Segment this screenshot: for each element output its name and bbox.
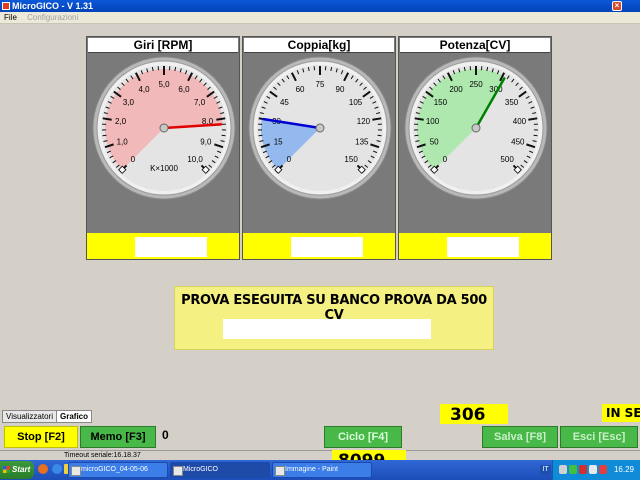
gauge-minor-tick [414, 134, 419, 137]
gauge-tick-label: 250 [469, 80, 483, 89]
gauge-tick-label: 150 [434, 98, 448, 107]
task-microgico[interactable]: MicroGICO [170, 462, 270, 478]
gauge-tick-label: 100 [426, 117, 440, 126]
gauge-tick-label: 500 [500, 155, 514, 164]
start-button[interactable]: Start [0, 461, 34, 479]
ciclo-button[interactable]: Ciclo [F4] [324, 426, 402, 448]
window-title: MicroGICO - V 1.31 [12, 1, 94, 11]
task-paint[interactable]: Immagine - Paint [272, 462, 372, 478]
gauge-needle-hub [315, 123, 325, 133]
stop-button[interactable]: Stop [F2] [4, 426, 78, 448]
gauge-tick-label: 105 [349, 98, 363, 107]
gauge-major-tick [414, 117, 424, 121]
language-indicator[interactable]: IT [540, 465, 551, 475]
quicklaunch-ie-icon[interactable] [52, 464, 62, 474]
test-info-banner: PROVA ESEGUITA SU BANCO PROVA DA 500 CV [174, 286, 494, 350]
gauge-readout-strip-coppia [243, 233, 395, 259]
tab-grafico[interactable]: Grafico [56, 410, 93, 423]
tray-antivirus-icon[interactable] [579, 465, 587, 474]
tab-visualizzatori[interactable]: Visualizzatori [2, 410, 57, 423]
gauge-tick-label: 200 [449, 85, 463, 94]
task-folder-microgico[interactable]: microGICO_04-05-06 [68, 462, 168, 478]
readout-in-se: IN SE [602, 404, 640, 422]
gauge-tick-label: 135 [355, 138, 369, 147]
gauge-tick-label: 10,0 [187, 155, 203, 164]
gauge-tick-label: 6,0 [178, 85, 190, 94]
gauge-tick-label: 9,0 [200, 138, 212, 147]
gauge-panel-coppia: Coppia[kg] 0153045607590105120135150 [242, 36, 396, 260]
menu-bar: File Configurazioni [0, 12, 640, 24]
taskbar-clock: 16.29 [613, 465, 634, 474]
windows-taskbar: Start microGICO_04-05-06 MicroGICO Immag… [0, 460, 640, 480]
gauge-tick-label: 4,0 [138, 85, 150, 94]
potenza-gauge-dial: 050100150200250300350400450500 [404, 56, 548, 200]
gauge-tick-label: 400 [513, 117, 527, 126]
gauge-major-tick [528, 117, 538, 121]
tray-chevron-icon[interactable] [559, 465, 567, 474]
gauge-tick-label: 0 [131, 155, 136, 164]
rpm-value-field [135, 237, 207, 257]
gauge-tick-label: 3,0 [123, 98, 135, 107]
gauge-minor-tick [221, 134, 226, 137]
gauge-minor-tick [533, 134, 538, 137]
gauge-title-rpm: Giri [RPM] [88, 38, 238, 53]
gauge-major-tick [102, 117, 112, 121]
gauge-panel-potenza: Potenza[CV] 0 50 100 150 200 250 300 350 400 450 5… [398, 36, 552, 260]
gauge-major-tick [372, 117, 382, 121]
gauge-tick-label: 75 [316, 80, 325, 89]
gauge-tick-label: 2,0 [115, 117, 127, 126]
gauge-tick-label: 120 [357, 117, 371, 126]
readout-306: 306 [440, 404, 508, 426]
gauge-tick-label: 15 [274, 138, 283, 147]
gauge-tick-label: 7,0 [194, 98, 206, 107]
tray-volume-icon[interactable] [589, 465, 597, 474]
gauge-tick-label: 150 [344, 155, 358, 164]
gauge-needle-hub [159, 123, 169, 133]
gauge-tick-label: 60 [296, 85, 305, 94]
gauge-tick-label: 1,0 [117, 138, 129, 147]
tray-network-icon[interactable] [569, 465, 577, 474]
gauge-tick-label: 45 [280, 98, 289, 107]
gauge-readout-strip-potenza [399, 233, 551, 259]
salva-button[interactable]: Salva [F8] [482, 426, 558, 448]
system-tray: 16.29 [552, 460, 640, 480]
gauge-tick-label: 50 [430, 138, 439, 147]
close-window-button[interactable]: × [612, 1, 622, 11]
gauge-minor-tick [377, 134, 382, 137]
status-bar: Timeout seriale:16.18.37 [0, 450, 640, 460]
gauge-title-potenza: Potenza[CV] [400, 38, 550, 53]
memo-counter: 0 [162, 428, 169, 442]
potenza-value-field [447, 237, 519, 257]
gauge-tick-label: 0 [287, 155, 292, 164]
gauge-tick-label: 90 [336, 85, 345, 94]
gauge-title-coppia: Coppia[kg] [244, 38, 394, 53]
gauge-minor-tick [102, 134, 107, 137]
app-icon [2, 2, 10, 10]
coppia-value-field [291, 237, 363, 257]
gauge-tick-label: 350 [505, 98, 519, 107]
esci-button[interactable]: Esci [Esc] [560, 426, 638, 448]
tray-security-icon[interactable] [599, 465, 607, 474]
gauge-unit-label: K×1000 [150, 164, 178, 173]
gauge-needle-hub [471, 123, 481, 133]
menu-configurazioni[interactable]: Configurazioni [27, 13, 78, 22]
gauge-panel-rpm: Giri [RPM] 0 1,0 2,0 3,0 4,0 5,0 6,0 7,0 8,0 9,0 1… [86, 36, 240, 260]
memo-button[interactable]: Memo [F3] [80, 426, 156, 448]
rpm-gauge-dial: 01,02,03,04,05,06,07,08,09,010,0K×1000 [92, 56, 236, 200]
banner-value-field [223, 319, 431, 339]
window-titlebar: MicroGICO - V 1.31 × [0, 0, 640, 12]
gauge-tick-label: 450 [511, 138, 525, 147]
gauge-minor-tick [258, 134, 263, 137]
coppia-gauge-dial: 0153045607590105120135150 [248, 56, 392, 200]
gauge-major-tick [216, 117, 226, 121]
quicklaunch-firefox-icon[interactable] [38, 464, 48, 474]
menu-file[interactable]: File [4, 13, 17, 22]
gauge-readout-strip-rpm [87, 233, 239, 259]
gauge-tick-label: 0 [443, 155, 448, 164]
gauge-tick-label: 5,0 [158, 80, 170, 89]
